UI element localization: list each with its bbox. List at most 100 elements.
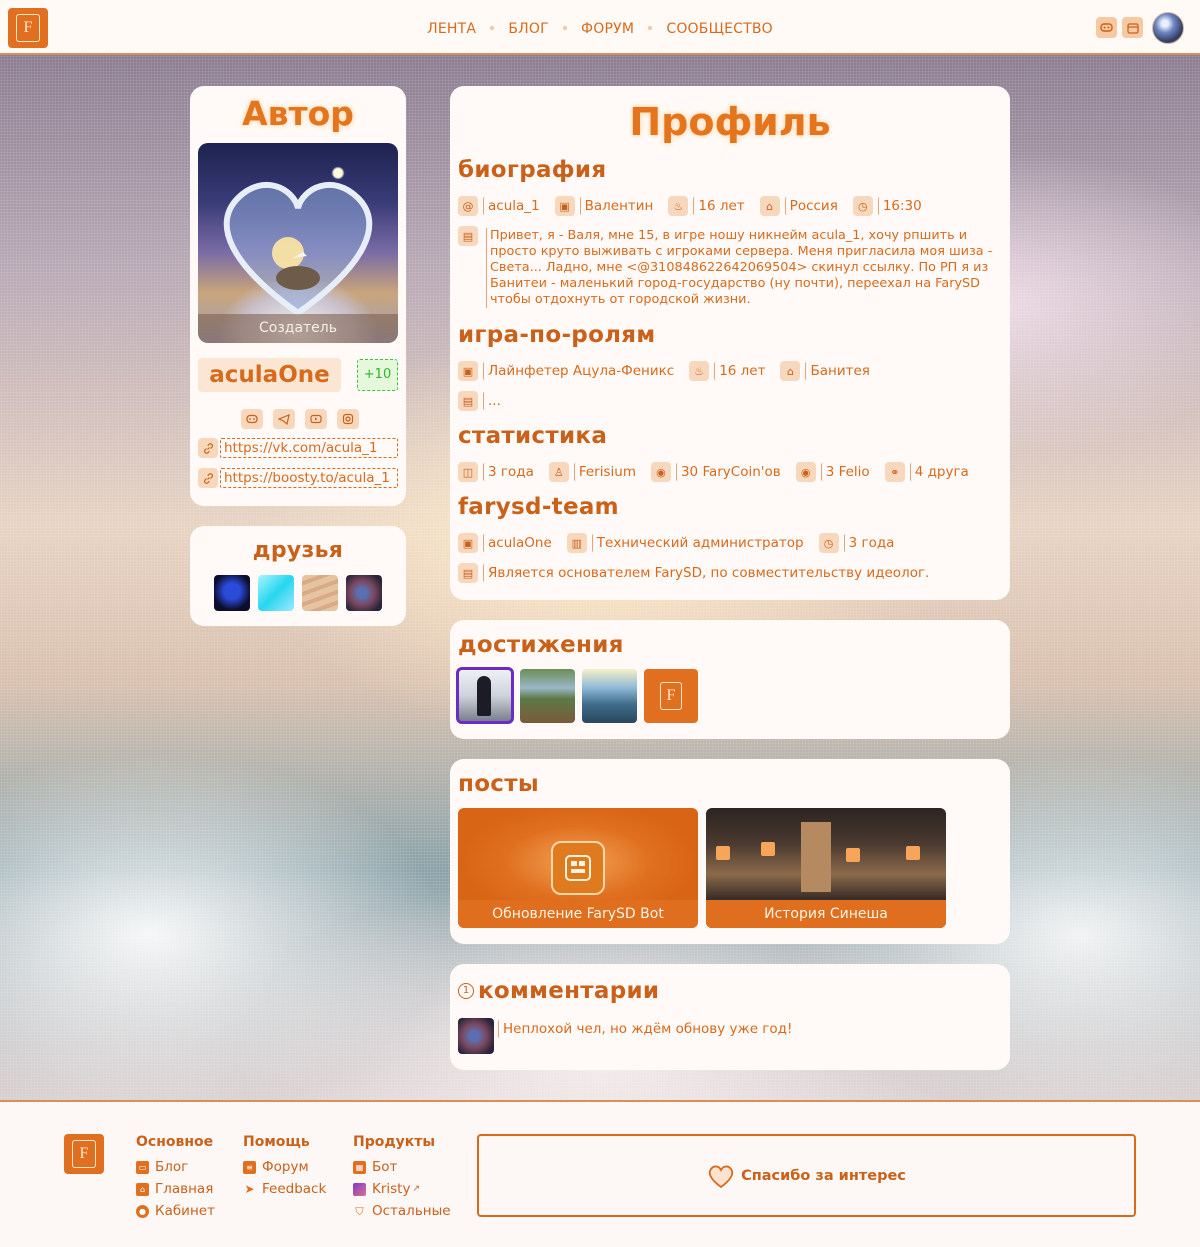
rating-badge: +10 — [357, 359, 398, 391]
server-icon: ♙ — [548, 462, 569, 482]
author-title: Автор — [242, 94, 354, 133]
team-note: Является основателем FarySD, по совмести… — [488, 565, 930, 581]
stats-playtime: 3 года — [488, 464, 534, 480]
commenter-avatar[interactable] — [458, 1018, 494, 1054]
comments-header: 1 комментарии — [458, 978, 659, 1004]
home-icon: ⌂ — [136, 1182, 149, 1196]
nav-separator — [648, 26, 653, 30]
team-note-row: ▤ Является основателем FarySD, по совмест… — [458, 563, 929, 583]
farysd-logo-icon[interactable]: F — [644, 669, 698, 723]
bio-country: Россия — [789, 198, 838, 214]
farysd-logo-icon[interactable]: F — [64, 1134, 104, 1174]
bio-name: Валентин — [584, 198, 654, 214]
footer-col-products: Продукты ▦ Бот Kristy ↗ ⛉ Остальные — [353, 1134, 451, 1222]
gamepad-icon: ◫ — [458, 462, 478, 482]
author-username: aculaOne — [198, 358, 341, 392]
forum-icon: ≡ — [243, 1160, 256, 1174]
instagram-icon[interactable] — [337, 409, 359, 429]
post-card[interactable]: Обновление FarySD Bot — [458, 808, 698, 928]
friends-title: друзья — [252, 538, 344, 563]
footer-link-others[interactable]: ⛉ Остальные — [353, 1200, 450, 1222]
footer-col-title: Помощь — [243, 1134, 310, 1150]
rp-note-row: ▤... — [458, 391, 501, 411]
friend-avatar[interactable] — [258, 575, 294, 611]
badge-icon: ▥ — [566, 533, 587, 553]
shield-icon: ⛉ — [355, 1204, 364, 1218]
id-card-icon: ▣ — [554, 196, 575, 216]
user-avatar[interactable] — [1152, 12, 1184, 44]
at-icon: @ — [458, 196, 478, 216]
footer-link-kristy[interactable]: Kristy ↗ — [353, 1178, 451, 1200]
felio-icon: ◉ — [795, 462, 816, 482]
rp-note: ... — [488, 393, 501, 409]
rp-origin: Банитея — [810, 363, 870, 379]
footer: F Основное ▭ Блог ⌂ Главная ● Кабинет Помощ… — [0, 1100, 1200, 1247]
nav-community[interactable]: СООБЩЕСТВО — [666, 21, 773, 37]
bio-fields: @ acula_1 ▣ Валентин ♨ 16 лет ⌂ Россия ◷ 16:3… — [458, 196, 937, 216]
rp-character: Лайнфетер Ацула-Феникс — [488, 363, 675, 379]
discord-icon[interactable] — [241, 409, 263, 429]
bot-icon: ▦ — [353, 1160, 366, 1174]
comment-row: Неплохой чел, но ждём обнову уже год! — [498, 1020, 792, 1038]
friend-avatar[interactable] — [346, 575, 382, 611]
nav-blog[interactable]: БЛОГ — [508, 21, 549, 37]
id-card-icon: ▣ — [458, 361, 478, 381]
link-row: https://boosty.to/acula_1 — [198, 468, 398, 488]
comments-card: 1 комментарии Неплохой чел, но ждём обно… — [450, 964, 1010, 1070]
main-nav: ЛЕНТА БЛОГ ФОРУМ СООБЩЕСТВО — [0, 18, 1200, 37]
cake-icon: ♨ — [689, 361, 710, 381]
coins-icon: ◉ — [650, 462, 671, 482]
post-card[interactable]: История Синеша — [706, 808, 946, 928]
friend-avatar[interactable] — [302, 575, 338, 611]
author-role: Создатель — [198, 314, 398, 343]
author-avatar-image: Создатель — [198, 143, 398, 343]
vk-link[interactable]: https://vk.com/acula_1 — [220, 438, 398, 458]
thanks-banner[interactable]: Спасибо за интерес — [477, 1134, 1136, 1217]
link-row: https://vk.com/acula_1 — [198, 438, 398, 458]
nav-forum[interactable]: ФОРУМ — [581, 21, 634, 37]
bio-text: Привет, я - Валя, мне 15, в игре ношу ни… — [486, 228, 996, 308]
achievement-badge[interactable] — [456, 667, 514, 724]
profile-card: Профиль биография @ acula_1 ▣ Валентин ♨ 16… — [450, 86, 1010, 600]
telegram-icon[interactable] — [273, 409, 295, 429]
calendar-icon[interactable] — [1122, 17, 1143, 38]
profile-title: Профиль — [629, 100, 831, 144]
footer-col-title: Продукты — [353, 1134, 436, 1150]
comments-title: комментарии — [478, 978, 660, 1004]
comments-count: 1 — [458, 983, 474, 999]
bot-icon — [551, 841, 605, 895]
rp-age: 16 лет — [719, 363, 766, 379]
post-title: История Синеша — [706, 900, 946, 928]
footer-link-blog[interactable]: ▭ Блог — [136, 1156, 215, 1178]
footer-link-forum[interactable]: ≡ Форум — [243, 1156, 326, 1178]
achievement-badge[interactable] — [582, 669, 637, 723]
friends-card: друзья — [190, 526, 406, 626]
footer-link-bot[interactable]: ▦ Бот — [353, 1156, 451, 1178]
rp-fields: ▣ Лайнфетер Ацула-Феникс ♨ 16 лет ⌂ Банитея — [458, 361, 885, 381]
bio-nickname: acula_1 — [488, 198, 540, 214]
footer-link-home[interactable]: ⌂ Главная — [136, 1178, 215, 1200]
post-title: Обновление FarySD Bot — [458, 900, 698, 928]
social-links — [241, 409, 359, 429]
stats-server: Ferisium — [578, 464, 636, 480]
clock-icon: ◷ — [818, 533, 839, 553]
location-icon: ⌂ — [759, 196, 780, 216]
stats-title: статистика — [458, 423, 608, 449]
clock-icon: ◷ — [852, 196, 873, 216]
nav-feed[interactable]: ЛЕНТА — [427, 21, 476, 37]
comment-text: Неплохой чел, но ждём обнову уже год! — [503, 1021, 793, 1037]
discord-icon[interactable] — [1096, 17, 1117, 38]
text-icon: ▤ — [458, 226, 478, 246]
footer-link-feedback[interactable]: ➤ Feedback — [243, 1178, 326, 1200]
footer-link-cabinet[interactable]: ● Кабинет — [136, 1200, 215, 1222]
send-icon: ➤ — [244, 1181, 255, 1196]
user-icon: ● — [136, 1204, 149, 1218]
kristy-icon — [353, 1182, 366, 1196]
achievement-badge[interactable] — [520, 669, 575, 723]
location-icon: ⌂ — [780, 361, 801, 381]
youtube-icon[interactable] — [305, 409, 327, 429]
achievements-card: достижения F — [450, 620, 1010, 739]
boosty-link[interactable]: https://boosty.to/acula_1 — [220, 468, 398, 488]
cake-icon: ♨ — [668, 196, 689, 216]
friend-avatar[interactable] — [214, 575, 250, 611]
